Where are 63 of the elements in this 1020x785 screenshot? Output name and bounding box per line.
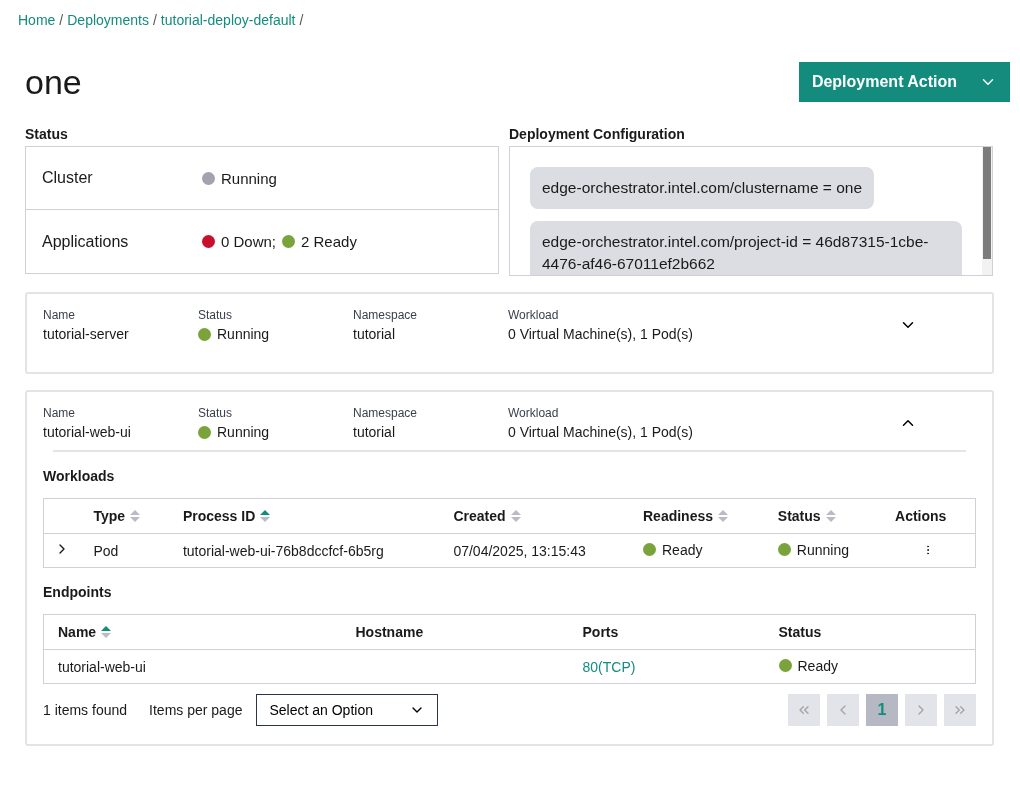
status-label: Cluster xyxy=(42,169,94,187)
table-cell: Ready xyxy=(662,541,703,558)
status-text: Running xyxy=(221,169,277,187)
status-label: Applications xyxy=(42,232,130,251)
scrollbar[interactable] xyxy=(982,147,992,275)
table-cell: 07/04/2025, 13:15:43 xyxy=(439,533,629,568)
label-tag: edge-orchestrator.intel.com/project-id = 46d87315-1cbe-4476-af46-67011ef2b662 xyxy=(530,221,962,275)
port-link[interactable]: 80(TCP) xyxy=(582,658,636,675)
field-label: Name xyxy=(43,308,76,322)
field-label: Workload xyxy=(508,406,560,420)
column-header: Ports xyxy=(568,614,765,650)
column-header[interactable]: Type xyxy=(79,498,169,534)
breadcrumb-link[interactable]: tutorial-deploy-default xyxy=(160,12,296,28)
column-header: Hostname xyxy=(341,614,569,650)
breadcrumb-link[interactable]: Deployments xyxy=(67,12,149,28)
column-header[interactable]: Process ID xyxy=(168,498,440,534)
section-title: Workloads xyxy=(43,468,116,484)
sort-icon[interactable] xyxy=(259,508,272,524)
field-label: Workload xyxy=(508,308,560,322)
breadcrumb-separator: / xyxy=(152,12,157,28)
table-cell: tutorial-web-ui xyxy=(43,649,342,684)
column-header[interactable]: Created xyxy=(439,498,629,534)
field-value: 0 Virtual Machine(s), 1 Pod(s) xyxy=(508,326,694,342)
sort-icon[interactable] xyxy=(824,508,837,524)
section-title: Status xyxy=(25,126,69,142)
column-header[interactable]: Status xyxy=(763,498,882,534)
status-text: 2 Ready xyxy=(301,233,357,250)
field-value: 0 Virtual Machine(s), 1 Pod(s) xyxy=(508,424,694,440)
sort-icon[interactable] xyxy=(129,508,142,524)
field-label: Namespace xyxy=(353,308,419,322)
section-title: Deployment Configuration xyxy=(509,126,686,142)
table-cell: tutorial-web-ui-76b8dccfcf-6b5rg xyxy=(168,533,440,568)
sort-icon[interactable] xyxy=(509,508,522,524)
items-per-page-select[interactable]: Select an Option xyxy=(256,694,439,726)
deployment-action-button[interactable]: Deployment Action xyxy=(799,62,1010,102)
breadcrumb-separator: / xyxy=(299,12,304,28)
column-header[interactable]: Readiness xyxy=(629,498,764,534)
column-header: Status xyxy=(764,614,976,650)
column-header[interactable]: Name xyxy=(43,614,342,650)
table-cell: Ready xyxy=(797,657,838,674)
breadcrumb-link[interactable]: Home xyxy=(18,12,56,28)
field-value: Running xyxy=(217,326,270,342)
field-value: tutorial-web-ui xyxy=(43,424,132,440)
field-value: tutorial xyxy=(353,326,397,342)
section-title: Endpoints xyxy=(43,584,113,600)
field-value: tutorial xyxy=(353,424,397,440)
table-cell: Pod xyxy=(79,533,169,568)
field-value: Running xyxy=(217,424,270,440)
page-title: one xyxy=(25,62,82,102)
items-per-page-label: Items per page xyxy=(149,702,243,718)
field-label: Namespace xyxy=(353,406,419,420)
sort-icon[interactable] xyxy=(717,508,730,524)
sort-icon[interactable] xyxy=(100,624,113,640)
items-count: 1 items found xyxy=(43,702,128,718)
label-tag: edge-orchestrator.intel.com/clustername = one xyxy=(530,167,875,209)
column-header: Actions xyxy=(881,498,976,534)
field-label: Status xyxy=(198,406,234,420)
status-text: 0 Down; xyxy=(221,233,277,250)
field-label: Name xyxy=(43,406,76,420)
table-cell: Running xyxy=(796,541,849,558)
breadcrumb-separator: / xyxy=(59,12,64,28)
field-label: Status xyxy=(198,308,234,322)
field-value: tutorial-server xyxy=(43,326,130,342)
